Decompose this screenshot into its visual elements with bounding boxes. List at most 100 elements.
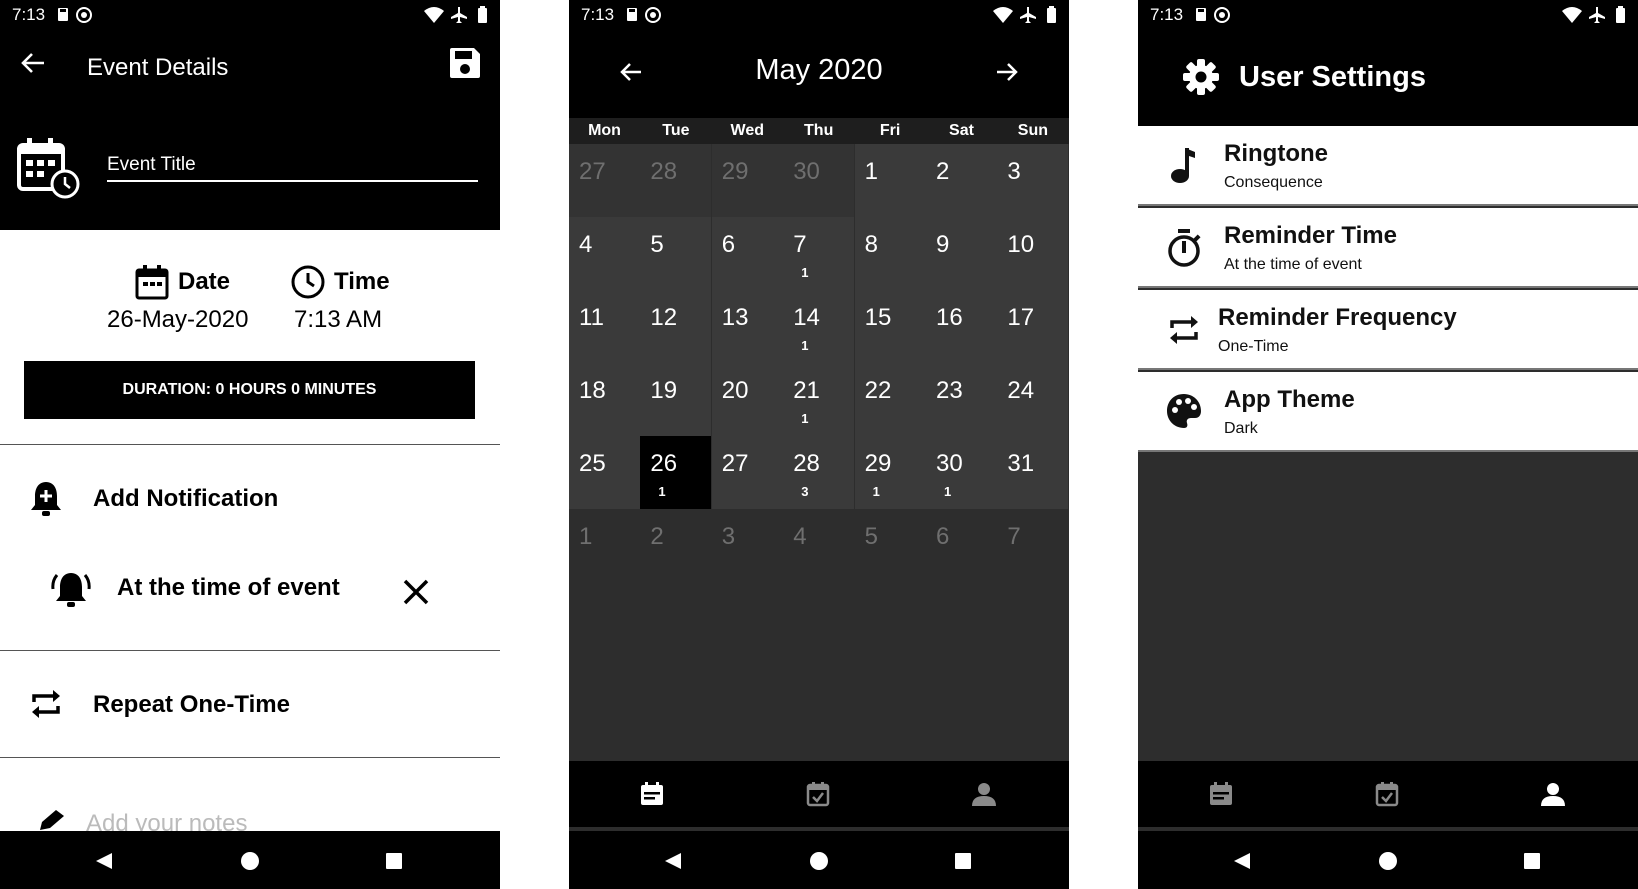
calendar-day[interactable]: 22: [854, 363, 926, 436]
calendar-day[interactable]: 15: [854, 290, 926, 363]
event-title-input[interactable]: Event Title: [107, 154, 196, 176]
calendar-day[interactable]: 11: [569, 290, 640, 363]
day-number: 11: [579, 304, 604, 331]
home-nav-icon[interactable]: [809, 851, 829, 876]
calendar-day[interactable]: 31: [997, 436, 1069, 509]
recents-nav-icon[interactable]: [953, 851, 973, 876]
calendar-day[interactable]: 30: [783, 144, 855, 217]
clock-icon: [290, 264, 326, 305]
calendar-day[interactable]: 10: [997, 217, 1069, 290]
day-number: 15: [864, 304, 892, 331]
calendar-day[interactable]: 2: [640, 509, 711, 582]
back-nav-icon[interactable]: [1232, 851, 1252, 876]
calendar-day[interactable]: 30 1: [926, 436, 997, 509]
back-nav-icon[interactable]: [663, 851, 683, 876]
setting-ringtone[interactable]: Ringtone Consequence: [1138, 126, 1638, 206]
calendar-day[interactable]: 5: [640, 217, 712, 290]
calendar-day[interactable]: 5: [855, 509, 926, 582]
calendar-icon: [135, 264, 169, 305]
status-bar: 7:13: [1138, 0, 1638, 30]
save-icon[interactable]: [448, 46, 482, 85]
day-number: 7: [1007, 523, 1021, 550]
calendar-day[interactable]: 71: [783, 217, 855, 290]
calendar-day[interactable]: 1: [569, 509, 640, 582]
day-number: 29: [721, 158, 749, 185]
status-system-icons: [991, 5, 1063, 30]
add-alarm-icon: [28, 480, 64, 523]
setting-app-theme[interactable]: App Theme Dark: [1138, 372, 1638, 452]
calendar-day[interactable]: 29 1: [854, 436, 926, 509]
calendar-day[interactable]: 17: [997, 290, 1069, 363]
calendar-day[interactable]: 14 1: [783, 290, 855, 363]
page-title: User Settings: [1239, 61, 1426, 93]
duration-button[interactable]: DURATION: 0 HOURS 0 MINUTES: [24, 361, 475, 419]
tasks-tab-icon[interactable]: [805, 781, 831, 812]
calendar-day[interactable]: 20: [711, 363, 783, 436]
back-nav-icon[interactable]: [94, 851, 114, 876]
calendar-day[interactable]: 4: [783, 509, 854, 582]
time-value[interactable]: 7:13 AM: [294, 306, 382, 334]
day-number: 18: [579, 377, 606, 404]
page-title: Event Details: [87, 54, 229, 81]
day-number: 10: [1007, 231, 1035, 258]
calendar-day[interactable]: 19: [640, 363, 712, 436]
close-icon[interactable]: [402, 578, 430, 611]
day-number: 14: [793, 304, 820, 331]
calendar-tab-icon[interactable]: [1208, 781, 1234, 812]
home-nav-icon[interactable]: [1378, 851, 1398, 876]
day-number: 5: [650, 231, 664, 258]
day-number: 28: [793, 450, 820, 477]
tasks-tab-icon[interactable]: [1374, 781, 1400, 812]
calendar-day[interactable]: 6: [711, 217, 783, 290]
recents-nav-icon[interactable]: [384, 851, 404, 876]
home-nav-icon[interactable]: [240, 851, 260, 876]
profile-tab-icon[interactable]: [971, 781, 997, 812]
calendar-day[interactable]: 28 3: [783, 436, 855, 509]
day-number: 6: [721, 231, 736, 258]
calendar-day[interactable]: 3: [997, 144, 1069, 217]
calendar-day[interactable]: 9: [926, 217, 997, 290]
calendar-day[interactable]: 8: [854, 217, 926, 290]
recents-nav-icon[interactable]: [1522, 851, 1542, 876]
calendar-day[interactable]: 7: [997, 509, 1068, 582]
event-count: 1: [658, 484, 666, 499]
weekday-label: Tue: [662, 122, 690, 139]
calendar-day[interactable]: 27: [711, 436, 783, 509]
status-notification-icons: [1194, 6, 1240, 29]
calendar-day[interactable]: 27: [569, 144, 640, 217]
calendar-day[interactable]: 1: [854, 144, 926, 217]
calendar-day[interactable]: 24: [997, 363, 1069, 436]
back-arrow-icon[interactable]: [20, 50, 46, 81]
setting-reminder-time[interactable]: Reminder Time At the time of event: [1138, 208, 1638, 288]
calendar-day[interactable]: 25: [569, 436, 640, 509]
profile-tab-icon[interactable]: [1540, 781, 1566, 812]
event-count: 1: [801, 338, 809, 353]
day-number: 22: [864, 377, 892, 404]
setting-reminder-frequency[interactable]: Reminder Frequency One-Time: [1138, 290, 1638, 370]
next-month-icon[interactable]: [995, 60, 1019, 89]
day-number: 30: [936, 450, 963, 477]
calendar-day[interactable]: 3: [712, 509, 783, 582]
calendar-tab-icon[interactable]: [639, 781, 665, 812]
calendar-day[interactable]: 23: [926, 363, 997, 436]
calendar-day[interactable]: 21 1: [783, 363, 855, 436]
day-number: 12: [650, 304, 678, 331]
weekday-label: Sat: [949, 122, 974, 139]
calendar-day[interactable]: 28: [640, 144, 712, 217]
calendar-day[interactable]: 18: [569, 363, 640, 436]
calendar-day[interactable]: 13: [711, 290, 783, 363]
add-notification-button[interactable]: Add Notification: [93, 485, 278, 513]
calendar-day[interactable]: 12: [640, 290, 712, 363]
day-number: 28: [650, 158, 678, 185]
bottom-navigation: [569, 761, 1069, 827]
calendar-day[interactable]: 29: [711, 144, 783, 217]
calendar-day[interactable]: 2: [926, 144, 997, 217]
calendar-day[interactable]: 4: [569, 217, 640, 290]
date-value[interactable]: 26-May-2020: [107, 306, 248, 334]
repeat-button[interactable]: Repeat One-Time: [93, 691, 290, 719]
calendar-day[interactable]: 16: [926, 290, 997, 363]
calendar-day[interactable]: 6: [926, 509, 997, 582]
calendar-day-selected[interactable]: 26 1: [640, 436, 712, 509]
day-number: 3: [1007, 158, 1021, 185]
day-number: 24: [1007, 377, 1035, 404]
